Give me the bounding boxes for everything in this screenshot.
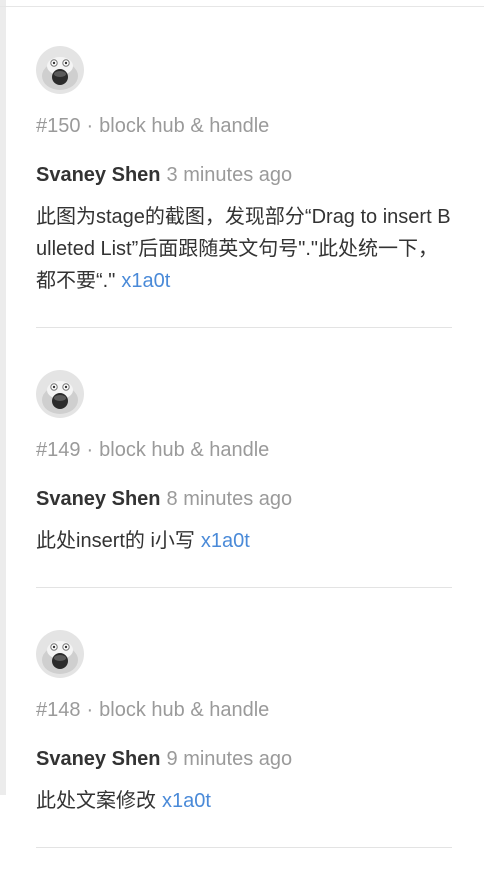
user-avatar-icon[interactable] <box>36 46 84 94</box>
issue-title: block hub & handle <box>99 115 270 137</box>
comment-item: #149 · block hub & handle Svaney Shen 8 min… <box>36 370 452 588</box>
issue-number: #150 <box>36 115 81 137</box>
user-avatar-icon[interactable] <box>36 630 84 678</box>
author-name[interactable]: Svaney Shen <box>36 488 161 510</box>
comment-text: 此处insert的 i小写 <box>36 530 195 552</box>
issue-reference[interactable]: #149 · block hub & handle <box>36 437 452 463</box>
left-edge-strip <box>0 0 6 795</box>
issue-number: #149 <box>36 439 81 461</box>
comment-item: #150 · block hub & handle Svaney Shen 3 min… <box>36 46 452 328</box>
comment-timestamp: 8 minutes ago <box>166 488 293 510</box>
author-line: Svaney Shen 8 minutes ago <box>36 485 452 513</box>
comment-timestamp: 9 minutes ago <box>166 748 293 770</box>
commit-link[interactable]: x1a0t <box>201 530 250 552</box>
comment-text: 此图为stage的截图，发现部分“Drag to insert Bulleted… <box>36 206 451 292</box>
user-avatar-icon[interactable] <box>36 370 84 418</box>
comment-body: 此图为stage的截图，发现部分“Drag to insert Bulleted… <box>36 201 452 327</box>
issue-title: block hub & handle <box>99 439 270 461</box>
issue-reference[interactable]: #150 · block hub & handle <box>36 113 452 139</box>
separator-dot: · <box>86 115 94 137</box>
comment-body: 此处文案修改 x1a0t <box>36 785 452 847</box>
comment-body: 此处insert的 i小写 x1a0t <box>36 525 452 587</box>
author-line: Svaney Shen 9 minutes ago <box>36 745 452 773</box>
issue-number: #148 <box>36 699 81 721</box>
separator-dot: · <box>86 439 94 461</box>
top-divider <box>0 6 484 7</box>
author-name[interactable]: Svaney Shen <box>36 164 161 186</box>
author-name[interactable]: Svaney Shen <box>36 748 161 770</box>
issue-reference[interactable]: #148 · block hub & handle <box>36 697 452 723</box>
commit-link[interactable]: x1a0t <box>121 270 170 292</box>
comment-feed: #150 · block hub & handle Svaney Shen 3 min… <box>36 46 452 848</box>
separator-dot: · <box>86 699 94 721</box>
comment-item: #148 · block hub & handle Svaney Shen 9 min… <box>36 630 452 848</box>
commit-link[interactable]: x1a0t <box>162 790 211 812</box>
author-line: Svaney Shen 3 minutes ago <box>36 161 452 189</box>
comment-timestamp: 3 minutes ago <box>166 164 293 186</box>
comment-text: 此处文案修改 <box>36 790 156 812</box>
issue-title: block hub & handle <box>99 699 270 721</box>
